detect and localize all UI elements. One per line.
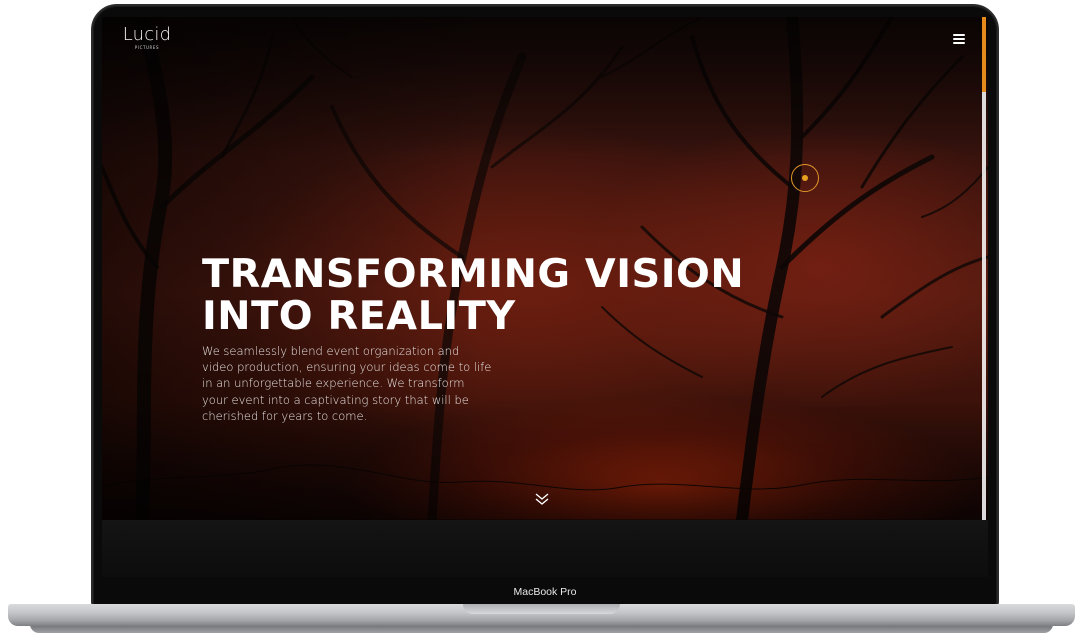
- headline-line-2: INTO REALITY: [202, 294, 516, 339]
- hero-description: We seamlessly blend event organization a…: [202, 344, 492, 423]
- headline-line-1: TRANSFORMING VISION: [202, 252, 745, 297]
- laptop-opening-notch: [463, 604, 620, 614]
- next-section-preview: [102, 520, 988, 577]
- double-chevron-down-icon[interactable]: [534, 491, 550, 507]
- menu-bar: [953, 34, 965, 36]
- brand-name: Lucid: [122, 24, 172, 45]
- scrollbar-thumb[interactable]: [982, 17, 986, 92]
- hamburger-menu-icon[interactable]: [953, 33, 967, 45]
- cursor-dot-icon: [802, 175, 808, 181]
- scrollbar-track[interactable]: [982, 17, 986, 520]
- menu-bar: [953, 42, 965, 44]
- laptop-mockup: Lucid PICTURES TRANSFORMING VISION INTO …: [0, 0, 1083, 643]
- hero-top-overlay: [102, 17, 988, 157]
- hero-section: Lucid PICTURES TRANSFORMING VISION INTO …: [102, 17, 988, 520]
- device-label: MacBook Pro: [513, 586, 577, 598]
- brand-subtitle: PICTURES: [134, 45, 160, 50]
- menu-bar: [953, 38, 965, 40]
- hero-headline: TRANSFORMING VISION INTO REALITY: [202, 254, 773, 338]
- browser-viewport: Lucid PICTURES TRANSFORMING VISION INTO …: [102, 17, 988, 577]
- brand-logo[interactable]: Lucid PICTURES: [122, 25, 172, 51]
